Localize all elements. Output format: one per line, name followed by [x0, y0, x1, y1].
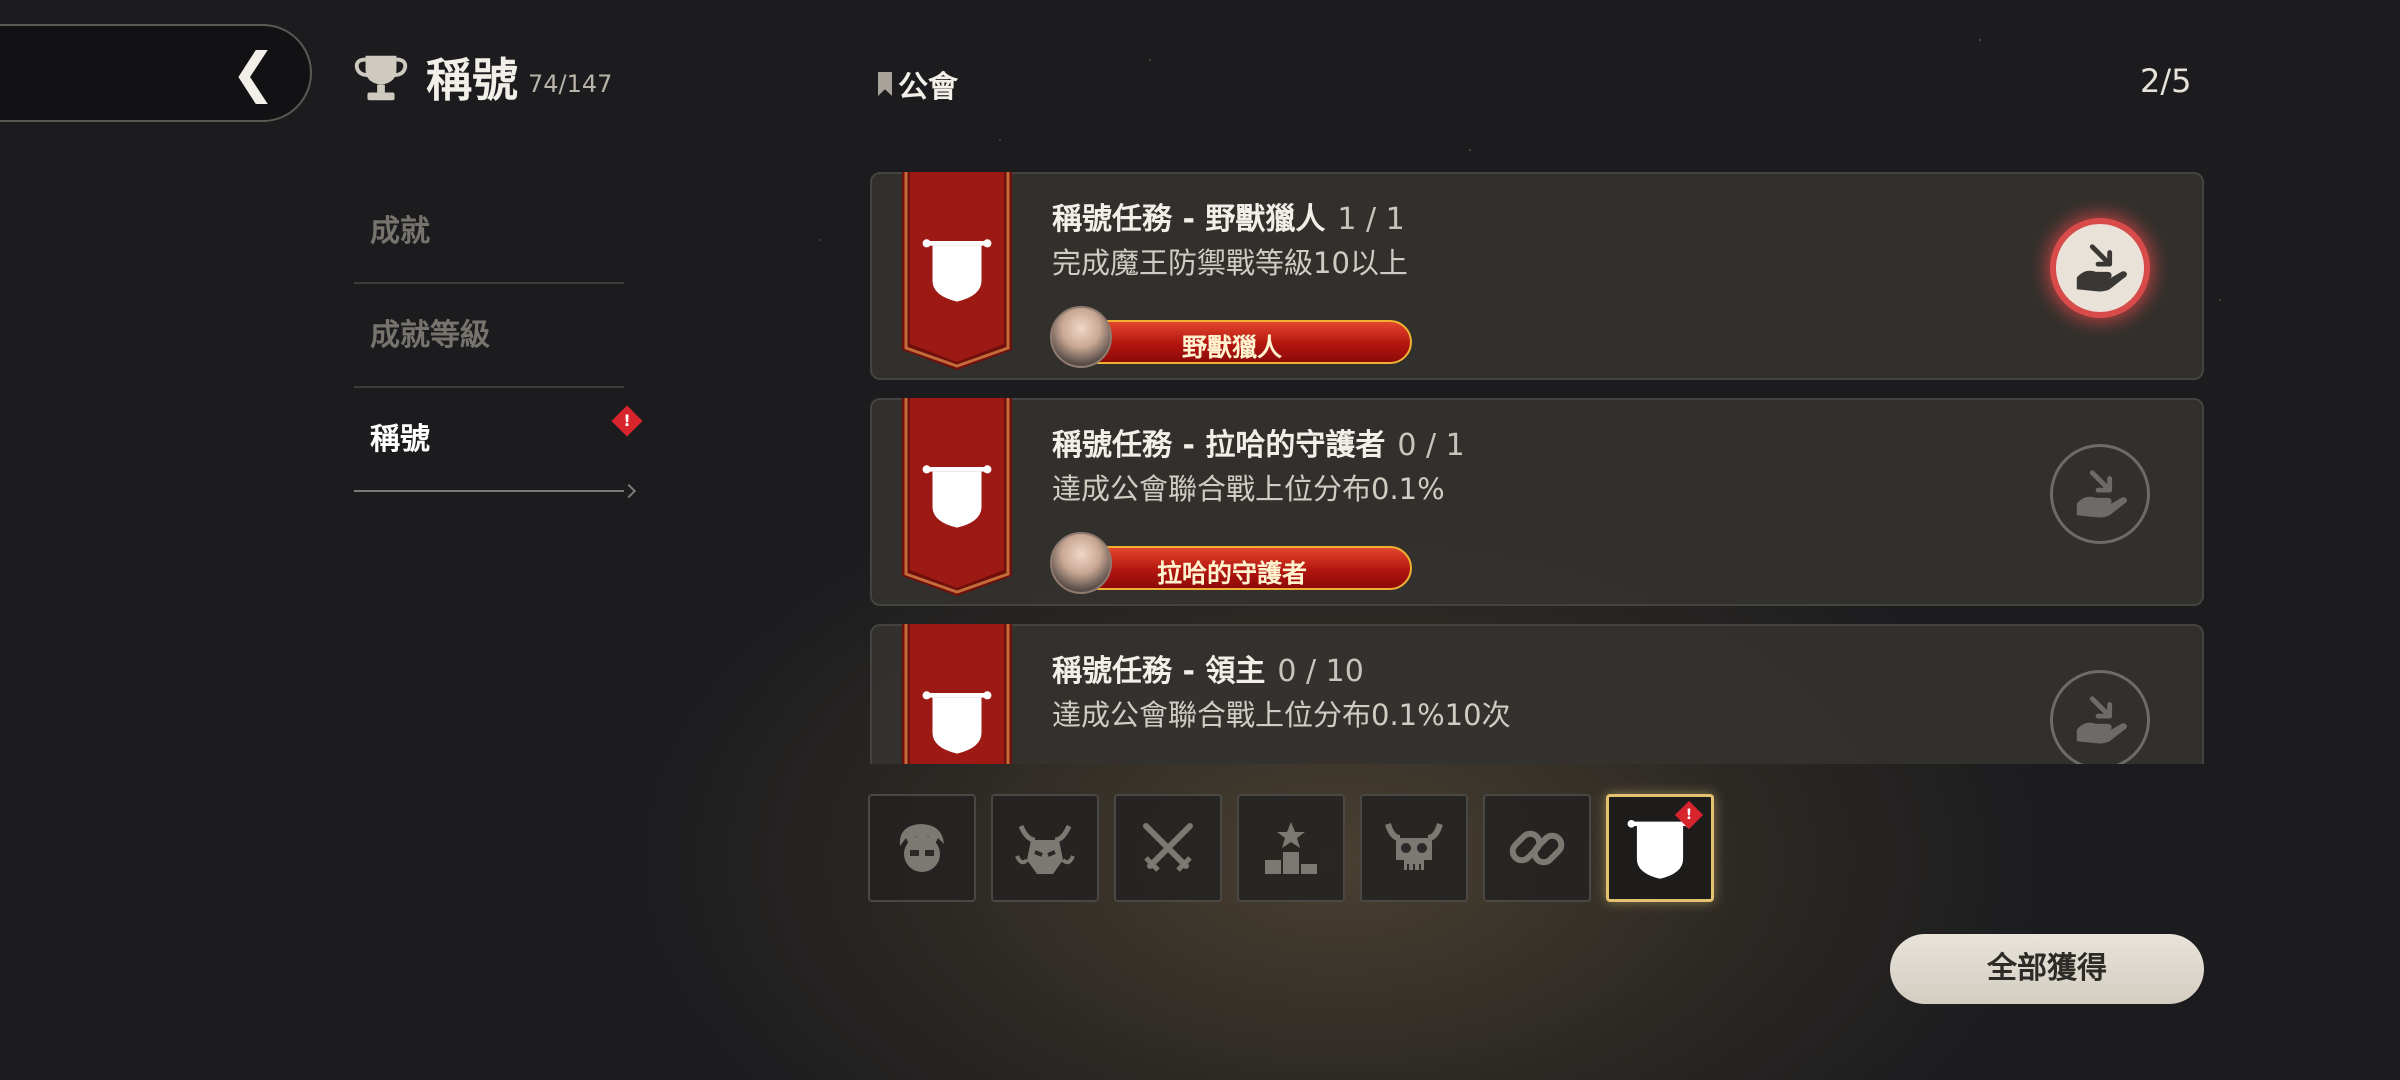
- notification-badge: !: [611, 405, 643, 437]
- title-reward-badge: 拉哈的守護者: [1050, 532, 1412, 594]
- page-title: 稱號: [426, 53, 518, 107]
- claim-hand-icon: [2071, 465, 2129, 523]
- sidebar-item-label: 成就: [370, 214, 430, 249]
- tab-link[interactable]: [1483, 794, 1591, 902]
- tab-battle[interactable]: [1114, 794, 1222, 902]
- tab-boss[interactable]: [1360, 794, 1468, 902]
- quest-title: 稱號任務 - 拉哈的守護者 0 / 1: [1052, 428, 1465, 463]
- title-reward-badge: 野獸獵人: [1050, 306, 1412, 368]
- quest-progress: 1 / 1: [1337, 202, 1405, 237]
- quest-progress: 0 / 10: [1277, 654, 1364, 689]
- banner-shield-icon: [902, 172, 1012, 370]
- title-count: 74/147: [528, 70, 613, 98]
- bookmark-icon: [878, 72, 892, 96]
- chevron-left-icon: ❮: [230, 41, 276, 104]
- podium-star-icon: [1265, 822, 1317, 874]
- trophy-icon: [354, 55, 408, 101]
- crossed-swords-icon: [1143, 823, 1193, 872]
- sidebar-item-label: 成就等級: [370, 318, 490, 353]
- sidebar-item-achievement-level[interactable]: 成就等級: [354, 284, 624, 388]
- claim-reward-button[interactable]: [2050, 218, 2150, 318]
- quest-list[interactable]: 稱號任務 - 野獸獵人 1 / 1 完成魔王防禦戰等級10以上 野獸獵人 稱號任務…: [868, 172, 2206, 764]
- section-header: 公會: [878, 62, 958, 106]
- sidebar-item-achievements[interactable]: 成就: [354, 180, 624, 284]
- tab-demon[interactable]: [991, 794, 1099, 902]
- chain-link-icon: [1509, 830, 1565, 866]
- sidebar-item-titles[interactable]: 稱號 !: [354, 388, 643, 492]
- quest-card: 稱號任務 - 領主 0 / 10 達成公會聯合戰上位分布0.1%10次: [870, 624, 2204, 764]
- back-button[interactable]: ❮: [0, 24, 312, 122]
- page-indicator: 2/5: [2140, 62, 2192, 100]
- section-title: 公會: [898, 70, 958, 105]
- quest-progress: 0 / 1: [1397, 428, 1465, 463]
- banner-shield-icon: [902, 624, 1012, 764]
- quest-title: 稱號任務 - 野獸獵人 1 / 1: [1052, 202, 1405, 237]
- sidebar: 成就 成就等級 稱號 !: [354, 180, 643, 492]
- quest-card: 稱號任務 - 拉哈的守護者 0 / 1 達成公會聯合戰上位分布0.1% 拉哈的守護…: [870, 398, 2204, 606]
- quest-card: 稱號任務 - 野獸獵人 1 / 1 完成魔王防禦戰等級10以上 野獸獵人: [870, 172, 2204, 380]
- claim-reward-button[interactable]: [2050, 670, 2150, 764]
- claim-hand-icon: [2071, 691, 2129, 749]
- hero-face-icon: [899, 824, 944, 872]
- quest-description: 達成公會聯合戰上位分布0.1%10次: [1052, 698, 1511, 732]
- claim-reward-button[interactable]: [2050, 444, 2150, 544]
- notification-badge: !: [1674, 800, 1704, 830]
- title-reward-label: 野獸獵人: [1181, 333, 1282, 362]
- demon-head-icon: [1015, 824, 1075, 874]
- title-reward-label: 拉哈的守護者: [1156, 559, 1307, 588]
- claim-all-button[interactable]: 全部獲得: [1890, 934, 2204, 1004]
- claim-hand-icon: [2071, 239, 2129, 297]
- quest-description: 完成魔王防禦戰等級10以上: [1052, 246, 1408, 280]
- category-tabs: !: [868, 794, 1714, 902]
- tab-hero[interactable]: [868, 794, 976, 902]
- sidebar-item-label: 稱號: [370, 422, 430, 457]
- banner-shield-icon: [902, 398, 1012, 596]
- tab-ranking[interactable]: [1237, 794, 1345, 902]
- quest-title: 稱號任務 - 領主 0 / 10: [1052, 654, 1364, 689]
- quest-description: 達成公會聯合戰上位分布0.1%: [1052, 472, 1445, 506]
- tab-titles[interactable]: !: [1606, 794, 1714, 902]
- page-header: 稱號 74/147: [352, 44, 612, 110]
- horned-skull-icon: [1385, 823, 1443, 870]
